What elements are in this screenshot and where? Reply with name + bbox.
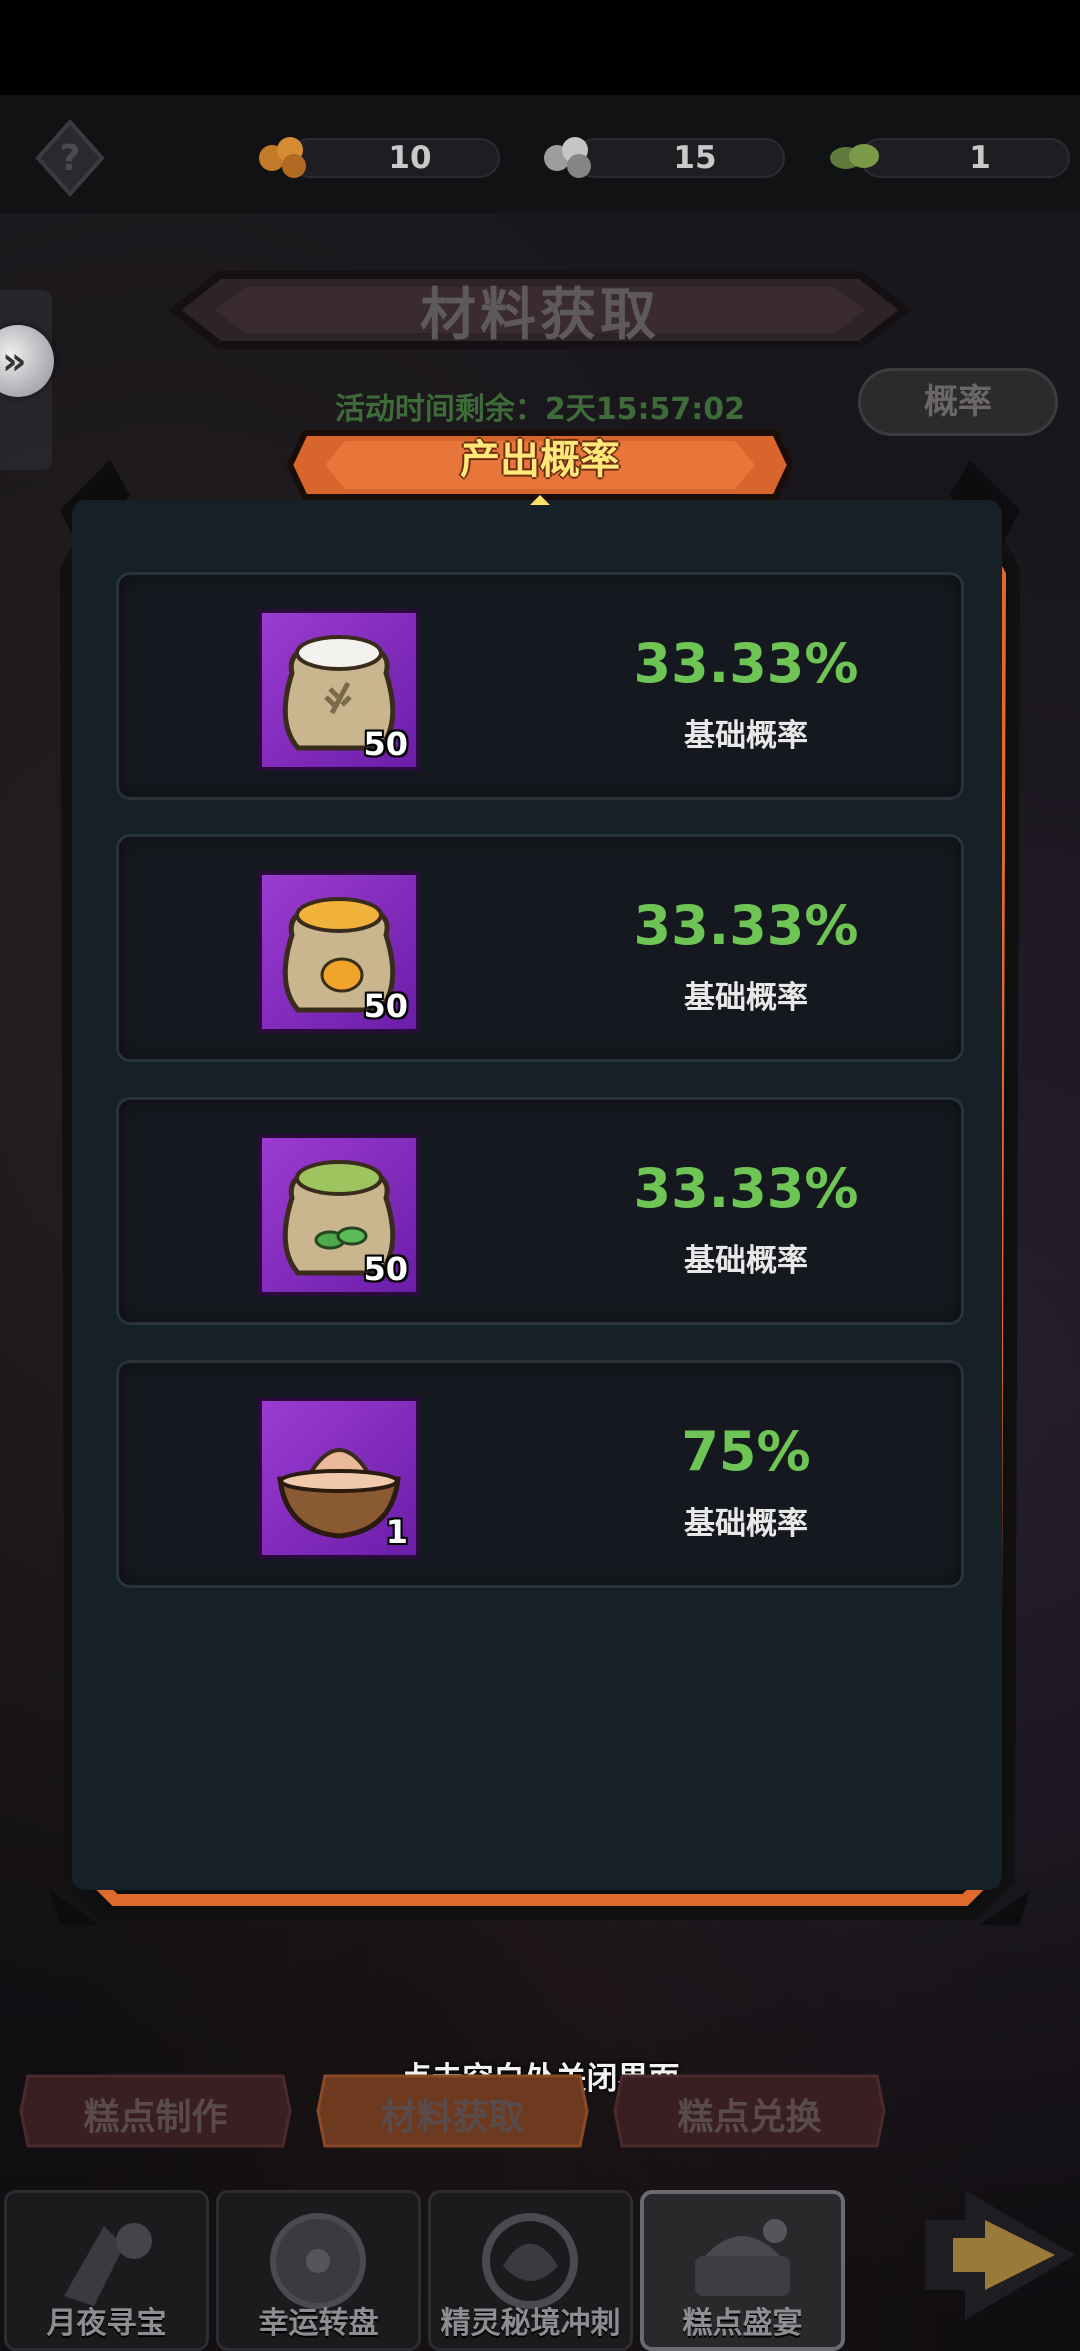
probability-percent: 33.33% (633, 1157, 859, 1220)
subtab-label: 材料获取 (380, 2097, 525, 2138)
currency-orange: 10 (250, 130, 510, 184)
subtab-label: 糕点制作 (83, 2097, 228, 2138)
green-leaf-icon (830, 144, 879, 169)
probability-row: 50 33.33% 基础概率 (116, 1097, 964, 1325)
flour-bowl-icon: 1 (258, 1397, 420, 1559)
probability-percent: 33.33% (633, 894, 859, 957)
nav-spirit-realm[interactable]: 精灵秘境冲刺 (428, 2190, 633, 2351)
page-title: 材料获取 (420, 283, 660, 348)
nav-label: 糕点盛宴 (682, 2306, 803, 2341)
currency-value: 1 (969, 140, 991, 176)
item-quantity: 50 (363, 987, 408, 1025)
white-flour-icon (544, 137, 591, 178)
currency-green: 1 (820, 130, 1080, 184)
currency-white: 15 (535, 130, 795, 184)
nav-lucky-wheel[interactable]: 幸运转盘 (216, 2190, 421, 2351)
nav-label: 精灵秘境冲刺 (440, 2306, 621, 2341)
subtab-pastry-making[interactable]: 糕点制作 (18, 2070, 293, 2152)
probability-label: 基础概率 (684, 980, 808, 1016)
subtab-material-gathering[interactable]: 材料获取 (315, 2070, 590, 2152)
probability-label: 基础概率 (684, 1506, 808, 1542)
probability-row: 50 33.33% 基础概率 (116, 572, 964, 800)
help-icon[interactable]: ? (30, 118, 110, 198)
green-flour-sack-icon: 50 (258, 1134, 420, 1296)
subtab-pastry-exchange[interactable]: 糕点兑换 (612, 2070, 887, 2152)
probability-percent: 75% (681, 1420, 811, 1483)
orange-flour-icon (259, 137, 306, 178)
orange-flour-sack-icon: 50 (258, 871, 420, 1033)
status-bar (0, 0, 1080, 95)
nav-pastry-feast[interactable]: 糕点盛宴 (640, 2190, 845, 2351)
white-flour-sack-icon: 50 (258, 609, 420, 771)
probability-label: 基础概率 (684, 718, 808, 754)
nav-label: 幸运转盘 (258, 2306, 379, 2341)
svg-text:?: ? (60, 138, 81, 179)
item-quantity: 50 (363, 725, 408, 763)
next-arrow-icon[interactable] (925, 2160, 1080, 2351)
probability-percent: 33.33% (633, 632, 859, 695)
item-quantity: 1 (385, 1513, 408, 1551)
panel-title: 产出概率 (460, 437, 620, 483)
probability-row: 1 75% 基础概率 (116, 1360, 964, 1588)
item-quantity: 50 (363, 1250, 408, 1288)
currency-value: 10 (388, 140, 432, 176)
probability-row: 50 33.33% 基础概率 (116, 834, 964, 1062)
currency-value: 15 (673, 140, 717, 176)
subtab-label: 糕点兑换 (677, 2097, 822, 2138)
nav-label: 月夜寻宝 (46, 2306, 167, 2341)
probability-label: 基础概率 (684, 1243, 808, 1279)
nav-moon-treasure[interactable]: 月夜寻宝 (4, 2190, 209, 2351)
